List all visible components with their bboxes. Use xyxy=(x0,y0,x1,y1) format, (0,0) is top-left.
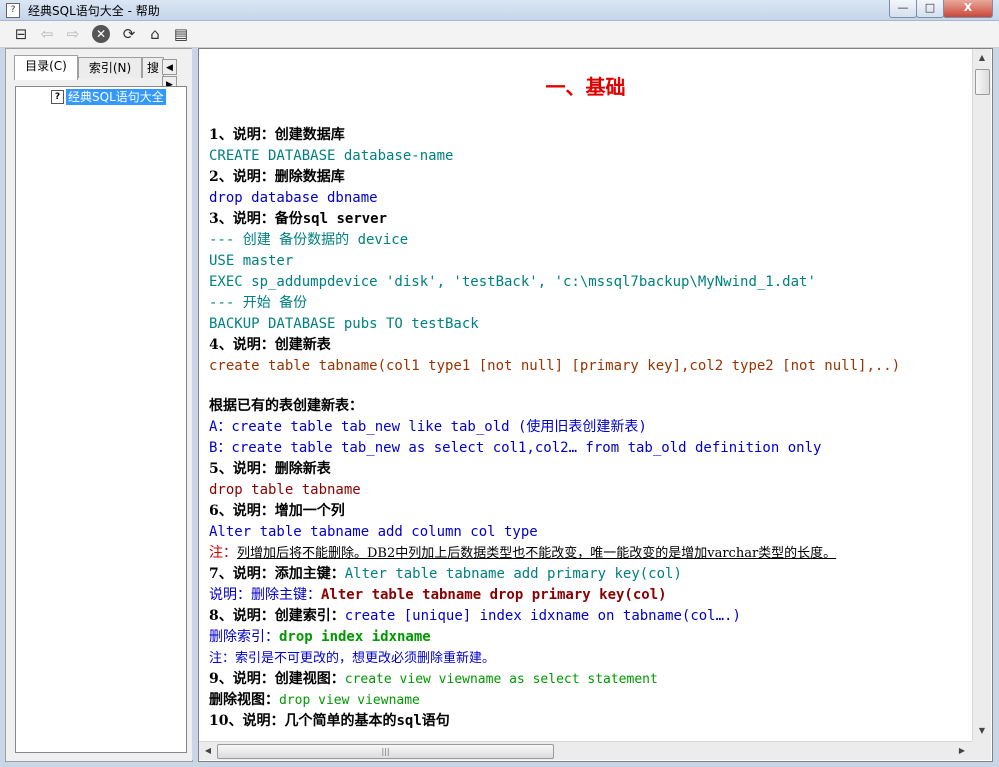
doc-line: 3、说明：备份sql server xyxy=(209,209,900,230)
scroll-up-icon[interactable]: ▲ xyxy=(974,50,990,66)
vertical-scroll-thumb[interactable] xyxy=(975,69,990,95)
doc-line: 7、说明：添加主键：Alter table tabname add primar… xyxy=(209,564,900,585)
navigation-pane: 目录(C) 索引(N) 搜 ◀▶ ? 经典SQL语句大全 xyxy=(5,48,193,762)
doc-line: 8、说明：创建索引：create [unique] index idxname … xyxy=(209,606,900,627)
doc-code: drop index idxname xyxy=(279,629,431,645)
title-bar: ? 经典SQL语句大全 - 帮助 — □ X xyxy=(0,0,999,21)
tree-item-sql-guide[interactable]: ? 经典SQL语句大全 xyxy=(51,89,166,105)
window-title: 经典SQL语句大全 - 帮助 xyxy=(28,4,160,18)
tab-left-arrow-icon[interactable]: ◀ xyxy=(162,59,177,75)
doc-code: create [unique] index idxname on tabname… xyxy=(344,608,741,624)
doc-line: drop table tabname xyxy=(209,482,361,498)
scroll-right-icon[interactable]: ▶ xyxy=(954,743,970,759)
doc-line: create table tabname(col1 type1 [not nul… xyxy=(209,358,901,374)
page-title: 一、基础 xyxy=(545,75,626,99)
options-icon[interactable]: ▤ xyxy=(170,24,192,44)
note-text: 列增加后将不能删除。DB2中列加上后数据类型也不能改变，唯一能改变的是增加var… xyxy=(237,546,837,561)
doc-text: 3、说明：备份 xyxy=(209,211,303,227)
doc-line: --- 创建 备份数据的 device xyxy=(209,232,409,248)
horizontal-scroll-thumb[interactable]: ||| xyxy=(217,744,554,759)
doc-line: EXEC sp_addumpdevice 'disk', 'testBack',… xyxy=(209,274,816,290)
doc-line: 根据已有的表创建新表： xyxy=(209,398,363,414)
doc-line: 删除视图：drop view viewname xyxy=(209,690,900,711)
document-body: 1、说明：创建数据库 CREATE DATABASE database-name… xyxy=(209,125,900,732)
contents-tree: ? 经典SQL语句大全 xyxy=(15,86,187,753)
doc-line: CREATE DATABASE database-name xyxy=(209,148,454,164)
tab-scroll-arrows: ◀▶ xyxy=(162,59,190,92)
note-label: 注： xyxy=(209,545,237,561)
horizontal-scrollbar[interactable]: ◀ ||| ▶ xyxy=(199,741,972,760)
doc-line: 6、说明：增加一个列 xyxy=(209,503,345,519)
forward-icon[interactable]: ⇨ xyxy=(62,24,84,44)
vertical-scrollbar[interactable]: ▲ ▼ xyxy=(972,49,991,741)
doc-line: 10、说明：几个简单的基本的sql语句 xyxy=(209,711,900,732)
document-view: 一、基础 1、说明：创建数据库 CREATE DATABASE database… xyxy=(199,49,972,741)
content-pane: 一、基础 1、说明：创建数据库 CREATE DATABASE database… xyxy=(198,48,993,762)
doc-code: create view viewname as select statement xyxy=(344,672,658,687)
toolbar: ⊟ ⇦ ⇨ ✕ ⟳ ⌂ ▤ xyxy=(0,21,999,48)
doc-line: 5、说明：删除新表 xyxy=(209,461,331,477)
doc-line: 4、说明：创建新表 xyxy=(209,337,331,353)
close-button[interactable]: X xyxy=(943,0,993,18)
doc-text: 删除索引： xyxy=(209,629,279,645)
doc-text: 8、说明：创建索引： xyxy=(209,608,345,624)
pane-splitter[interactable] xyxy=(192,48,197,760)
stop-icon[interactable]: ✕ xyxy=(92,25,110,43)
help-topic-icon: ? xyxy=(51,90,64,104)
tab-index[interactable]: 索引(N) xyxy=(78,57,142,78)
doc-line: A：create table tab_new like tab_old (使用旧… xyxy=(209,419,647,435)
doc-line: drop database dbname xyxy=(209,190,378,206)
maximize-button[interactable]: □ xyxy=(916,0,944,18)
doc-code: Alter table tabname add primary key(col) xyxy=(344,566,682,582)
hide-pane-icon[interactable]: ⊟ xyxy=(10,24,32,44)
doc-text: sql xyxy=(396,713,422,729)
doc-text: 9、说明：创建视图： xyxy=(209,671,345,687)
tree-item-label: 经典SQL语句大全 xyxy=(66,89,166,105)
doc-code: Alter table tabname drop primary key(col… xyxy=(321,587,667,603)
doc-line: BACKUP DATABASE pubs TO testBack xyxy=(209,316,479,332)
doc-line: 1、说明：创建数据库 xyxy=(209,127,345,143)
doc-line: --- 开始 备份 xyxy=(209,295,308,311)
doc-line: 删除索引：drop index idxname xyxy=(209,627,900,648)
doc-text: 7、说明：添加主键： xyxy=(209,566,345,582)
doc-line: 说明：删除主键：Alter table tabname drop primary… xyxy=(209,585,900,606)
back-icon[interactable]: ⇦ xyxy=(36,24,58,44)
scrollbar-corner xyxy=(972,741,991,760)
refresh-icon[interactable]: ⟳ xyxy=(118,24,140,44)
help-app-icon: ? xyxy=(6,3,20,18)
doc-text: 10、说明：几个简单的基本的 xyxy=(209,713,397,729)
doc-line: 注：索引是不可更改的，想更改必须删除重新建。 xyxy=(209,651,496,666)
doc-code: drop view viewname xyxy=(279,693,420,708)
doc-text: sql server xyxy=(302,211,388,227)
doc-line: 注：列增加后将不能删除。DB2中列加上后数据类型也不能改变，唯一能改变的是增加v… xyxy=(209,543,900,564)
minimize-button[interactable]: — xyxy=(889,0,917,18)
doc-line: USE master xyxy=(209,253,294,269)
doc-line: B：create table tab_new as select col1,co… xyxy=(209,440,822,456)
doc-line: 9、说明：创建视图：create view viewname as select… xyxy=(209,669,900,690)
scroll-down-icon[interactable]: ▼ xyxy=(974,723,990,739)
doc-text: 删除视图： xyxy=(209,692,279,708)
doc-text: 说明：删除主键： xyxy=(209,587,321,603)
doc-line: Alter table tabname add column col type xyxy=(209,524,538,540)
scroll-left-icon[interactable]: ◀ xyxy=(200,743,216,759)
doc-line: 2、说明：删除数据库 xyxy=(209,169,345,185)
navigation-tabs: 目录(C) 索引(N) 搜 ◀▶ xyxy=(8,55,192,92)
doc-text: 语句 xyxy=(421,713,450,729)
tab-search[interactable]: 搜 xyxy=(142,57,164,78)
tab-contents[interactable]: 目录(C) xyxy=(14,55,78,80)
home-icon[interactable]: ⌂ xyxy=(144,24,166,44)
